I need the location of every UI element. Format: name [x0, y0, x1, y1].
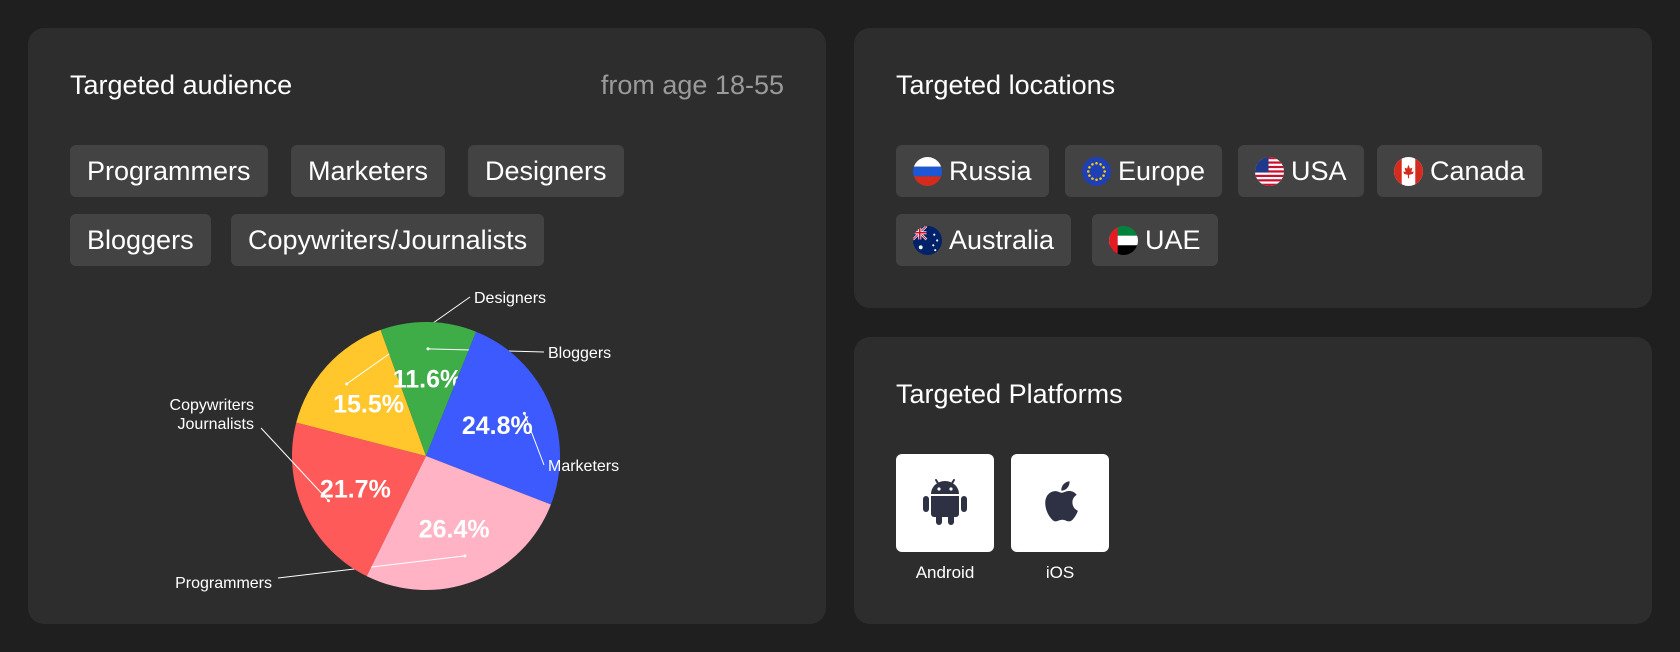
pie-leader-dot: [327, 499, 331, 503]
chip-australia[interactable]: Australia: [896, 214, 1072, 266]
chip-russia[interactable]: Russia: [896, 145, 1049, 197]
pie-value-programmers: 26.4%: [419, 515, 490, 543]
chip-label: USA: [1291, 155, 1347, 186]
usa-flag-icon: [1255, 156, 1284, 186]
audience-card: Targeted audience from age 18-55 Program…: [28, 28, 826, 624]
platforms-card: Targeted Platforms Android iOS: [854, 337, 1652, 624]
australia-flag-icon: [913, 225, 942, 255]
chip-label: Australia: [949, 224, 1055, 255]
pie-leader-dot: [522, 411, 526, 415]
pie-value-copywriters-journalists: 21.7%: [320, 475, 391, 503]
locations-card: Targeted locations Russia Europe USA Can…: [854, 28, 1652, 308]
android-platform-button[interactable]: [896, 454, 994, 552]
uae-flag-icon: [1109, 225, 1138, 255]
pie-label-copywriters-journalists: Copywriters Journalists: [170, 397, 254, 433]
ios-label: iOS: [1045, 563, 1075, 582]
pie-value-designers: 15.5%: [333, 391, 404, 419]
pie-label-bloggers: Bloggers: [548, 345, 611, 362]
android-label: Android: [915, 563, 975, 582]
platforms-title: Targeted Platforms: [896, 379, 1123, 409]
pie-label-designers: Designers: [474, 290, 546, 307]
pie-leader-dot: [345, 382, 349, 386]
pie-leader-dot: [426, 347, 430, 351]
chip-usa[interactable]: USA: [1238, 145, 1364, 197]
chip-uae[interactable]: UAE: [1092, 214, 1218, 266]
chip-label: UAE: [1145, 224, 1201, 255]
canada-flag-icon: [1394, 156, 1423, 186]
pie-label-programmers: Programmers: [175, 575, 272, 592]
chip-europe[interactable]: Europe: [1065, 145, 1223, 197]
apple-icon: [1041, 479, 1079, 528]
russia-flag-icon: [913, 156, 942, 186]
ios-platform-button[interactable]: [1011, 454, 1109, 552]
chip-label: Canada: [1430, 155, 1525, 186]
chip-canada[interactable]: Canada: [1377, 145, 1542, 197]
android-icon: [923, 477, 967, 530]
pie-value-marketers: 24.8%: [462, 412, 533, 440]
locations-title: Targeted locations: [896, 70, 1116, 100]
chip-label: Russia: [949, 155, 1032, 186]
audience-pie-chart: 15.5% Designers 11.6% Bloggers 24.8% Marketer…: [170, 290, 620, 592]
pie-label-marketers: Marketers: [548, 458, 619, 475]
eu-flag-icon: [1082, 156, 1111, 186]
pie-value-bloggers: 11.6%: [393, 365, 463, 393]
chip-label: Europe: [1118, 155, 1206, 186]
pie-leader-dot: [463, 554, 467, 558]
